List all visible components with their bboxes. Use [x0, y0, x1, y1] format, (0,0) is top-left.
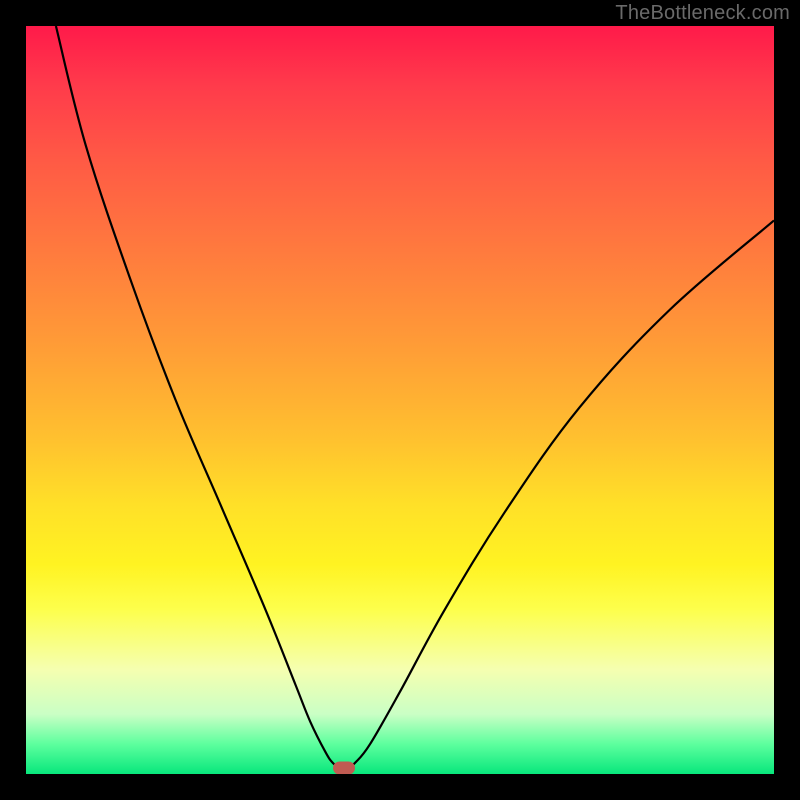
plot-area — [26, 26, 774, 774]
optimal-marker — [333, 762, 355, 774]
chart-frame: TheBottleneck.com — [0, 0, 800, 800]
watermark-text: TheBottleneck.com — [615, 2, 790, 25]
curve-line — [56, 26, 774, 769]
bottleneck-curve — [26, 26, 774, 774]
